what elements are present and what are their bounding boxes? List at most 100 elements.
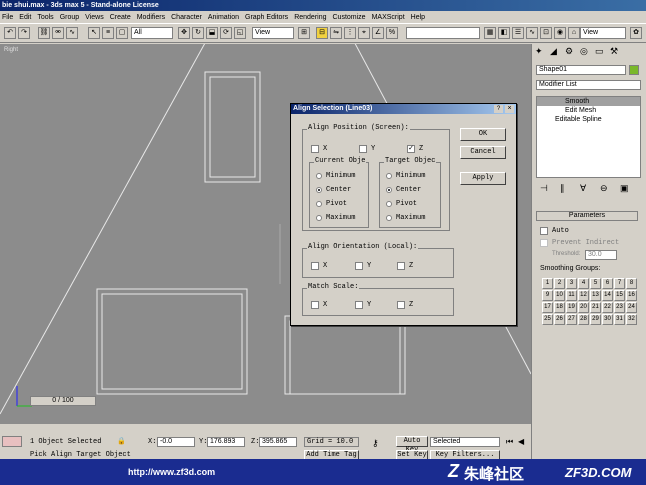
smoothing-group-button[interactable]: 4 (578, 278, 589, 289)
configure-sets-icon[interactable]: ▣ (620, 183, 629, 194)
menu-item-group[interactable]: Group (60, 14, 79, 21)
pos-x-checkbox[interactable] (311, 145, 319, 153)
menu-item-character[interactable]: Character (171, 14, 202, 21)
apply-button[interactable]: Apply (460, 172, 506, 185)
y-coord-field[interactable]: 176.893 (207, 437, 245, 447)
smoothing-group-button[interactable]: 32 (626, 314, 637, 325)
key-icon[interactable]: ⚷ (372, 438, 379, 449)
auto-key-button[interactable]: Auto Key (396, 436, 428, 454)
mirror-2-icon[interactable]: ▦ (484, 27, 496, 39)
ok-button[interactable]: OK (460, 128, 506, 141)
named-selection-dropdown[interactable] (406, 27, 480, 39)
selected-dropdown[interactable]: Selected (430, 437, 500, 447)
current-pivot-radio[interactable] (316, 201, 322, 207)
target-center-radio[interactable] (386, 187, 392, 193)
snap-icon[interactable]: ⌖ (358, 27, 370, 39)
quick-render-icon[interactable]: ✿ (630, 27, 642, 39)
stack-item-edit-mesh[interactable]: Edit Mesh (537, 106, 640, 115)
menu-item-animation[interactable]: Animation (208, 14, 239, 21)
smoothing-group-button[interactable]: 25 (542, 314, 553, 325)
select-by-name-icon[interactable]: ≡ (102, 27, 114, 39)
smoothing-group-button[interactable]: 16 (626, 290, 637, 301)
select-scale-2-icon[interactable]: ◱ (234, 27, 246, 39)
bind-spacewarp-icon[interactable]: ∿ (66, 27, 78, 39)
current-center-radio[interactable] (316, 187, 322, 193)
pivot-icon[interactable]: ⊞ (298, 27, 310, 39)
selection-filter-dropdown[interactable]: All (131, 27, 173, 39)
current-minimum-radio[interactable] (316, 173, 322, 179)
create-tab-icon[interactable]: ✦ (535, 46, 543, 57)
x-coord-field[interactable]: -0.0 (157, 437, 195, 447)
array-icon[interactable]: ⋮ (344, 27, 356, 39)
menu-item-rendering[interactable]: Rendering (294, 14, 326, 21)
target-maximum-radio[interactable] (386, 215, 392, 221)
menu-item-tools[interactable]: Tools (37, 14, 53, 21)
smoothing-group-button[interactable]: 29 (590, 314, 601, 325)
modify-tab-icon[interactable]: ◢ (550, 46, 557, 57)
target-pivot-radio[interactable] (386, 201, 392, 207)
pos-y-checkbox[interactable] (359, 145, 367, 153)
help-button[interactable]: ? (494, 105, 503, 113)
smoothing-group-button[interactable]: 28 (578, 314, 589, 325)
smoothing-group-button[interactable]: 31 (614, 314, 625, 325)
smoothing-group-button[interactable]: 23 (614, 302, 625, 313)
object-name-field[interactable]: Shape01 (536, 65, 626, 75)
smoothing-group-button[interactable]: 9 (542, 290, 553, 301)
render-setup-icon[interactable]: ⌂ (568, 27, 580, 39)
prev-frame-icon[interactable]: ◀ (518, 437, 524, 446)
lock-icon[interactable]: 🔒 (117, 437, 126, 445)
stack-item-smooth[interactable]: Smooth (537, 97, 640, 106)
select-rotate-2-icon[interactable]: ⟳ (220, 27, 232, 39)
menu-item-graph-editors[interactable]: Graph Editors (245, 14, 288, 21)
modifier-stack[interactable]: Smooth Edit Mesh Editable Spline (536, 96, 641, 178)
pin-stack-icon[interactable]: ⊣ (540, 183, 548, 194)
smoothing-group-button[interactable]: 8 (626, 278, 637, 289)
orient-y-checkbox[interactable] (355, 262, 363, 270)
smoothing-group-button[interactable]: 24 (626, 302, 637, 313)
scale-y-checkbox[interactable] (355, 301, 363, 309)
smoothing-group-button[interactable]: 26 (554, 314, 565, 325)
cancel-button[interactable]: Cancel (460, 146, 506, 159)
smoothing-group-button[interactable]: 10 (554, 290, 565, 301)
schematic-icon[interactable]: ⊡ (540, 27, 552, 39)
z-coord-field[interactable]: 395.865 (259, 437, 297, 447)
redo-icon[interactable]: ↷ (18, 27, 30, 39)
parameters-rollout-header[interactable]: Parameters (536, 211, 638, 221)
stack-item-editable-spline[interactable]: Editable Spline (537, 115, 640, 124)
smoothing-group-button[interactable]: 22 (602, 302, 613, 313)
smoothing-group-button[interactable]: 5 (590, 278, 601, 289)
threshold-field[interactable]: 30.0 (585, 250, 617, 260)
motion-tab-icon[interactable]: ◎ (580, 46, 588, 57)
smoothing-group-button[interactable]: 7 (614, 278, 625, 289)
smoothing-group-button[interactable]: 3 (566, 278, 577, 289)
remove-modifier-icon[interactable]: ⊖ (600, 183, 608, 194)
ref-coord-dropdown[interactable]: View (252, 27, 294, 39)
current-maximum-radio[interactable] (316, 215, 322, 221)
object-color-swatch[interactable] (629, 65, 639, 75)
display-tab-icon[interactable]: ▭ (595, 46, 604, 57)
smoothing-group-button[interactable]: 2 (554, 278, 565, 289)
curve-editor-icon[interactable]: ∿ (526, 27, 538, 39)
close-button[interactable]: × (505, 105, 514, 113)
select-move-icon[interactable]: ✥ (178, 27, 190, 39)
smoothing-group-button[interactable]: 21 (590, 302, 601, 313)
angle-snap-icon[interactable]: ∠ (372, 27, 384, 39)
align-2-icon[interactable]: ◧ (498, 27, 510, 39)
smoothing-group-button[interactable]: 13 (590, 290, 601, 301)
menu-item-create[interactable]: Create (110, 14, 131, 21)
pos-z-checkbox[interactable]: ✓ (407, 145, 415, 153)
smoothing-group-button[interactable]: 6 (602, 278, 613, 289)
target-minimum-radio[interactable] (386, 173, 392, 179)
link-icon[interactable]: ⛓ (38, 27, 50, 39)
listener-mini[interactable] (2, 436, 22, 447)
make-unique-icon[interactable]: ∀ (580, 183, 586, 194)
select-icon[interactable]: ↖ (88, 27, 100, 39)
menu-item-views[interactable]: Views (85, 14, 104, 21)
menu-item-file[interactable]: File (2, 14, 13, 21)
menu-item-modifiers[interactable]: Modifiers (137, 14, 165, 21)
select-rotate-icon[interactable]: ↻ (192, 27, 204, 39)
align-icon[interactable]: ⊟ (316, 27, 328, 39)
view-dropdown[interactable]: View (580, 27, 626, 39)
smoothing-group-button[interactable]: 11 (566, 290, 577, 301)
scale-z-checkbox[interactable] (397, 301, 405, 309)
